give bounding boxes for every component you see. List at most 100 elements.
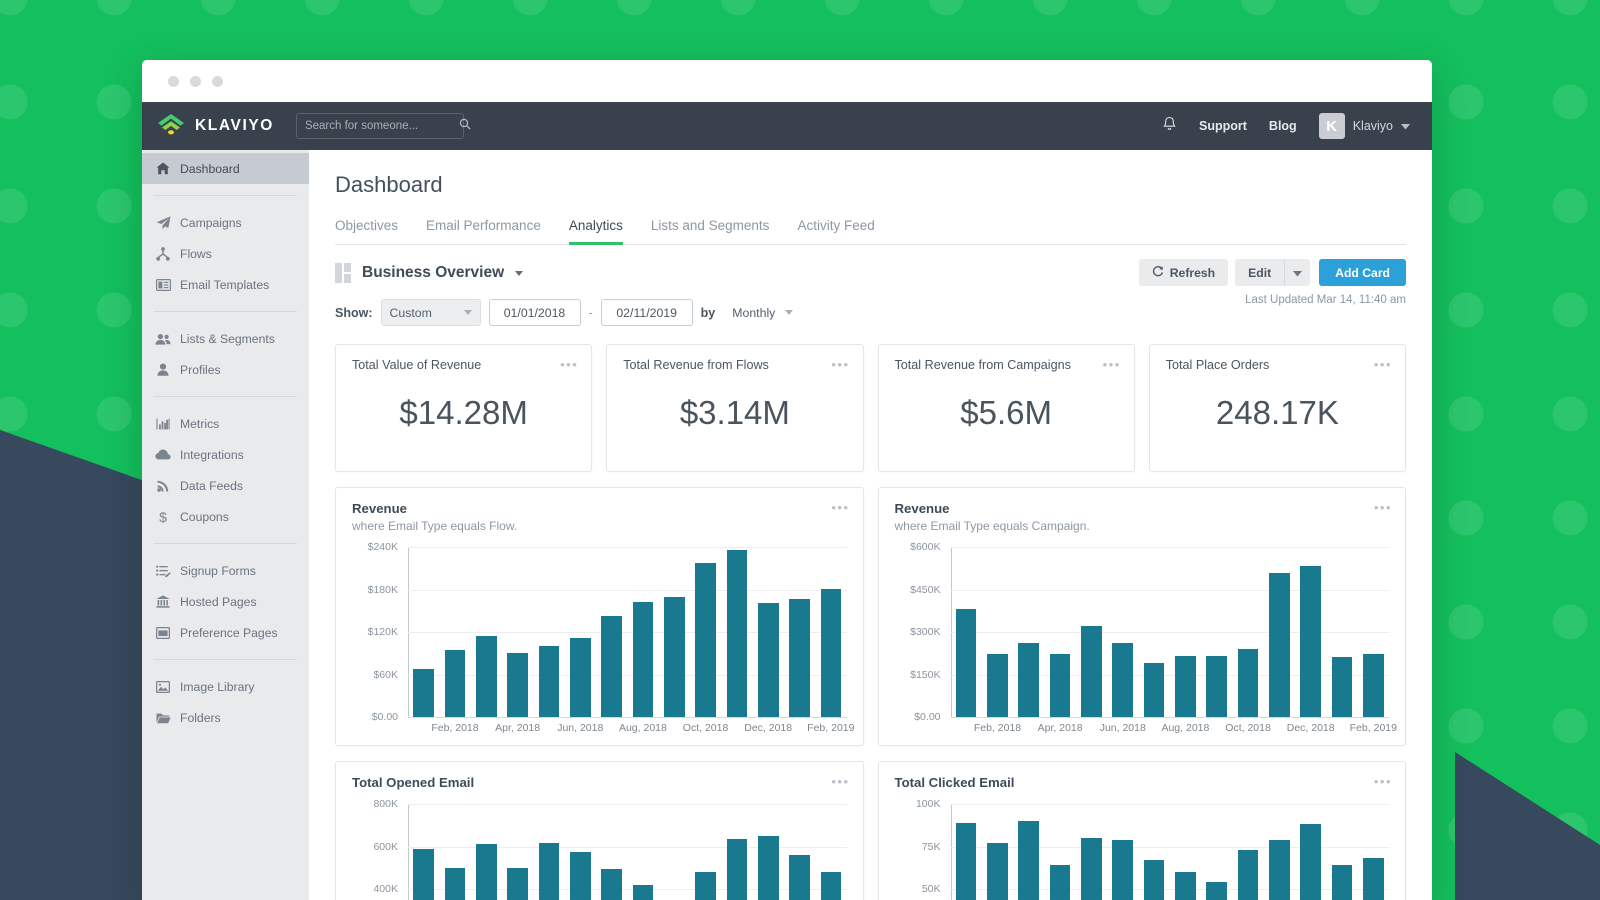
sidebar-item-preference-pages[interactable]: Preference Pages [142,617,309,648]
chart-bar[interactable] [1081,838,1102,900]
chart-bar[interactable] [1112,840,1133,900]
chart-bar[interactable] [413,849,434,900]
chart-bar[interactable] [987,843,1008,900]
chart-bar[interactable] [758,836,779,900]
ellipsis-icon[interactable]: ••• [1374,774,1392,789]
chart-bar[interactable] [821,872,842,900]
window-minimize-dot[interactable] [190,76,201,87]
chart-bar[interactable] [1206,882,1227,900]
account-menu[interactable]: K Klaviyo [1319,113,1410,139]
chart-bar[interactable] [539,646,560,717]
chart-bar[interactable] [476,844,497,900]
chart-bar[interactable] [1175,656,1196,717]
search-icon[interactable] [459,117,471,135]
window-close-dot[interactable] [168,76,179,87]
brand-logo[interactable]: KLAVIYO [156,113,274,140]
tab-activity-feed[interactable]: Activity Feed [797,218,874,245]
sidebar-item-profiles[interactable]: Profiles [142,354,309,385]
sidebar-item-campaigns[interactable]: Campaigns [142,207,309,238]
chart-bar[interactable] [1238,850,1259,900]
chart-bar[interactable] [789,599,810,717]
chart-bar[interactable] [1050,654,1071,717]
date-start-input[interactable]: 01/01/2018 [489,299,581,326]
sidebar-item-coupons[interactable]: $Coupons [142,501,309,532]
sidebar-item-hosted-pages[interactable]: Hosted Pages [142,586,309,617]
dashboard-name-chevron-down-icon[interactable] [515,271,523,276]
chart-bar[interactable] [507,653,528,717]
refresh-button[interactable]: Refresh [1139,259,1228,286]
search-input[interactable] [305,120,459,132]
sidebar-item-integrations[interactable]: Integrations [142,439,309,470]
sidebar-item-data-feeds[interactable]: Data Feeds [142,470,309,501]
ellipsis-icon[interactable]: ••• [831,774,849,789]
chart-bar[interactable] [1144,663,1165,717]
chart-bar[interactable] [1332,657,1353,717]
ellipsis-icon[interactable]: ••• [1374,500,1392,515]
bell-icon[interactable] [1162,116,1177,137]
chart-bar[interactable] [1300,824,1321,900]
sidebar-item-folders[interactable]: Folders [142,702,309,733]
chart-bar[interactable] [956,823,977,900]
chart-bar[interactable] [956,609,977,717]
chart-bar[interactable] [633,885,654,900]
chart-bar[interactable] [601,616,622,717]
chart-bar[interactable] [695,563,716,717]
date-end-input[interactable]: 02/11/2019 [601,299,693,326]
chart-bar[interactable] [1018,821,1039,900]
ellipsis-icon[interactable]: ••• [560,357,578,372]
chart-bar[interactable] [695,872,716,900]
chart-bar[interactable] [1363,654,1384,717]
chart-bar[interactable] [570,852,591,900]
chart-bar[interactable] [445,868,466,900]
chart-bar[interactable] [1300,566,1321,717]
sidebar-item-dashboard[interactable]: Dashboard [142,153,309,184]
chart-bar[interactable] [821,589,842,717]
chart-bar[interactable] [539,843,560,900]
sidebar-item-metrics[interactable]: Metrics [142,408,309,439]
tab-analytics[interactable]: Analytics [569,218,623,245]
chart-bar[interactable] [1332,865,1353,900]
sidebar-item-image-library[interactable]: Image Library [142,671,309,702]
chart-bar[interactable] [1175,872,1196,900]
sidebar-item-email-templates[interactable]: Email Templates [142,269,309,300]
ellipsis-icon[interactable]: ••• [1103,357,1121,372]
blog-link[interactable]: Blog [1269,119,1297,133]
chart-bar[interactable] [789,855,810,900]
edit-button[interactable]: Edit [1235,259,1284,286]
chart-bar[interactable] [445,650,466,717]
chart-bar[interactable] [1269,840,1290,900]
window-maximize-dot[interactable] [212,76,223,87]
support-link[interactable]: Support [1199,119,1247,133]
chart-bar[interactable] [507,868,528,900]
chart-bar[interactable] [476,636,497,717]
range-preset-select[interactable]: Custom [381,299,481,326]
chart-bar[interactable] [987,654,1008,717]
chart-bar[interactable] [570,638,591,717]
chart-bar[interactable] [1363,858,1384,900]
tab-lists-and-segments[interactable]: Lists and Segments [651,218,770,245]
chart-bar[interactable] [1144,860,1165,900]
search-box[interactable] [296,113,464,139]
chart-bar[interactable] [664,597,685,717]
chart-bar[interactable] [758,603,779,717]
add-card-button[interactable]: Add Card [1319,259,1406,286]
chart-bar[interactable] [601,869,622,900]
chart-bar[interactable] [633,602,654,717]
ellipsis-icon[interactable]: ••• [831,357,849,372]
granularity-select[interactable]: Monthly [723,299,785,326]
ellipsis-icon[interactable]: ••• [831,500,849,515]
chart-bar[interactable] [727,839,748,900]
chart-bar[interactable] [1238,649,1259,717]
ellipsis-icon[interactable]: ••• [1374,357,1392,372]
tab-objectives[interactable]: Objectives [335,218,398,245]
sidebar-item-lists-segments[interactable]: Lists & Segments [142,323,309,354]
chart-bar[interactable] [727,550,748,717]
tab-email-performance[interactable]: Email Performance [426,218,541,245]
chart-bar[interactable] [1269,573,1290,717]
chart-bar[interactable] [1206,656,1227,717]
chart-bar[interactable] [1081,626,1102,717]
sidebar-item-signup-forms[interactable]: Signup Forms [142,555,309,586]
chart-bar[interactable] [1112,643,1133,717]
sidebar-item-flows[interactable]: Flows [142,238,309,269]
chart-bar[interactable] [413,669,434,717]
